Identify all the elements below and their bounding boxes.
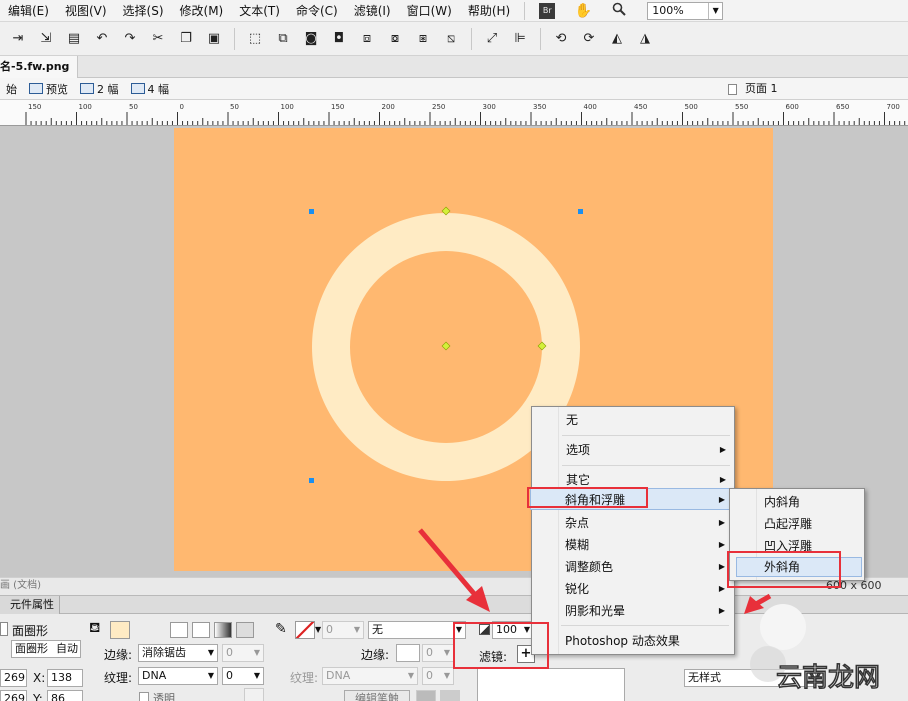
annotation-arrow — [744, 593, 772, 614]
annotation-arrow — [418, 528, 490, 612]
annotation-arrows — [418, 528, 772, 614]
watermark-text: 云南龙网 — [776, 663, 880, 693]
watermark-graphic: 云南龙网 — [750, 646, 880, 693]
watermark-logo: 云南龙网 — [748, 642, 908, 701]
